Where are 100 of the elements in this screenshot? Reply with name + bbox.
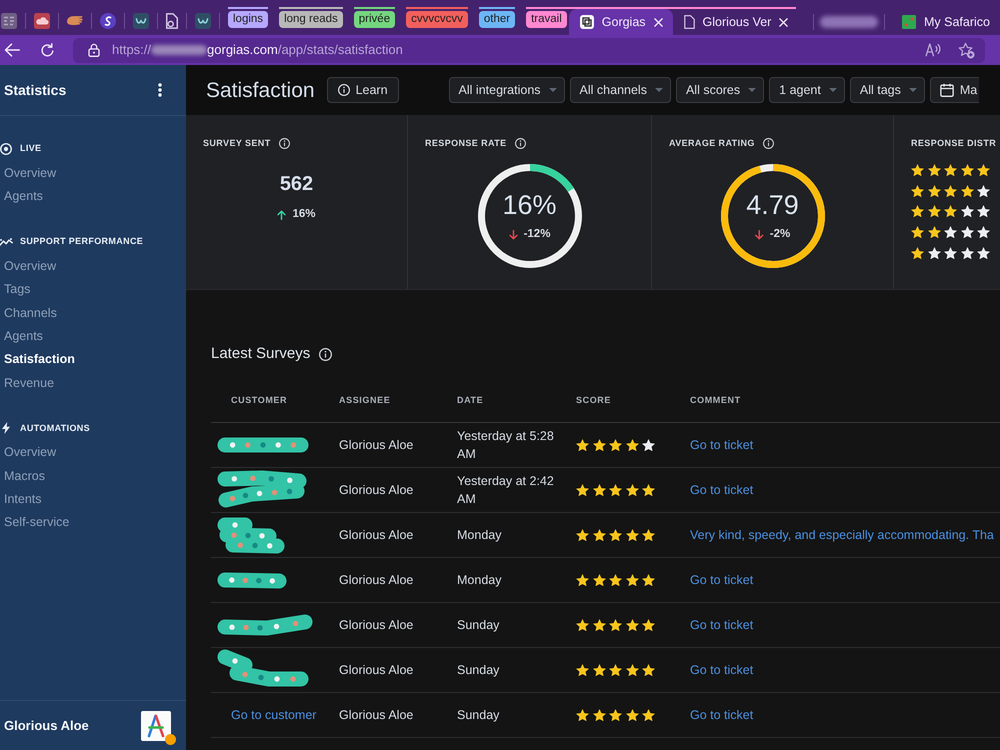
sidebar-item[interactable]: Self-service xyxy=(0,511,70,535)
browser-tab[interactable]: Glorious Ver xyxy=(672,9,798,35)
customer-link[interactable]: Go to customer xyxy=(231,708,316,722)
star-icon xyxy=(977,184,990,197)
star-icon xyxy=(626,574,638,586)
sidebar-item[interactable]: Overview xyxy=(0,254,56,278)
comment-link[interactable]: Very kind, speedy, and especially accommodating. Tha xyxy=(690,528,994,542)
star-icon xyxy=(576,528,589,542)
star-icon xyxy=(609,618,622,632)
date-picker[interactable]: Ma xyxy=(930,77,980,103)
star-icon xyxy=(928,184,940,197)
logo-icon[interactable] xyxy=(141,710,171,740)
star-icon xyxy=(609,438,622,452)
tab-group-chip[interactable]: cvvvcvcvv xyxy=(406,11,468,28)
sidebar-item[interactable]: Agents xyxy=(0,325,43,348)
comment-link[interactable]: Go to ticket xyxy=(690,438,754,452)
filter-dropdown[interactable]: All channels xyxy=(570,77,671,103)
hand-icon[interactable] xyxy=(67,16,83,26)
read-aloud-icon[interactable] xyxy=(925,43,941,57)
star-icon xyxy=(609,664,622,676)
card-title: AVERAGE RATING xyxy=(669,137,755,149)
star-icon xyxy=(960,184,974,197)
sidebar-item[interactable]: Agents xyxy=(0,185,43,209)
date-cell-text: Monday xyxy=(457,527,502,544)
document-icon[interactable] xyxy=(166,13,178,29)
column-header: ASSIGNEE xyxy=(339,394,390,408)
comment-link[interactable]: Go to ticket xyxy=(690,573,754,587)
tab-group-chip[interactable]: long reads xyxy=(279,11,343,28)
close-icon[interactable] xyxy=(654,18,663,26)
star-icon xyxy=(944,205,957,218)
star-icon xyxy=(944,226,957,238)
star-icon xyxy=(592,664,606,676)
close-icon[interactable] xyxy=(779,18,788,26)
stat-value: 4.79 xyxy=(746,190,799,220)
stat-change: 16% xyxy=(292,207,316,222)
comment-link[interactable]: Go to ticket xyxy=(690,708,754,722)
sidebar-item[interactable]: Overview xyxy=(0,162,56,186)
section-title: Latest Surveys xyxy=(211,344,310,364)
sidebar-item[interactable]: Overview xyxy=(0,441,56,465)
browser-tab[interactable]: My Safarico xyxy=(890,9,1000,35)
reload-icon[interactable] xyxy=(40,42,55,58)
sidebar-item[interactable]: Tags xyxy=(0,278,30,302)
page-title: Satisfaction xyxy=(206,80,315,100)
star-icon xyxy=(960,164,974,176)
tab-group-chip[interactable]: other xyxy=(478,11,516,28)
star-icon xyxy=(609,528,622,542)
tile-logo-icon[interactable] xyxy=(195,13,211,29)
sidebar-item[interactable]: Revenue xyxy=(0,372,54,396)
circle-logo-icon[interactable] xyxy=(100,13,116,29)
info-icon xyxy=(338,84,350,96)
star-icon xyxy=(928,205,940,218)
star-icon xyxy=(642,484,655,496)
star-icon xyxy=(911,246,924,259)
card-title: SURVEY SENT xyxy=(203,137,271,149)
cloud-icon[interactable] xyxy=(34,13,50,29)
star-icon xyxy=(928,226,940,238)
tab-group-chip[interactable]: travail xyxy=(526,11,567,28)
comment-link[interactable]: Go to ticket xyxy=(690,618,754,632)
star-icon xyxy=(642,528,655,542)
star-icon xyxy=(977,164,990,176)
star-icon xyxy=(592,484,606,496)
date-cell-text: Yesterday at 5:28 AM xyxy=(457,428,555,463)
browser-tab[interactable]: Gorgias xyxy=(568,9,673,35)
sidebar-item[interactable]: Macros xyxy=(0,464,45,488)
more-menu-icon[interactable] xyxy=(158,83,162,97)
sidebar-item[interactable]: Intents xyxy=(0,488,42,512)
tab-group-chip[interactable]: logins xyxy=(228,11,268,28)
filter-dropdown[interactable]: All scores xyxy=(676,77,764,103)
filter-dropdown[interactable]: All tags xyxy=(850,77,925,103)
chart-line-icon xyxy=(0,236,13,247)
tile-logo-icon[interactable] xyxy=(133,13,149,29)
comment-link[interactable]: Go to ticket xyxy=(690,483,754,497)
favorite-star-icon[interactable] xyxy=(958,42,975,58)
star-icon xyxy=(626,438,638,452)
assignee-cell-text: Glorious Aloe xyxy=(339,527,414,544)
section-heading: AUTOMATIONS xyxy=(20,422,90,434)
star-icon xyxy=(642,664,655,676)
filter-dropdown[interactable]: 1 agent xyxy=(769,77,845,103)
blur-smudge-icon xyxy=(151,45,208,55)
star-icon xyxy=(911,205,924,218)
back-icon[interactable] xyxy=(4,43,20,57)
document-icon xyxy=(684,15,695,29)
star-icon xyxy=(928,246,940,259)
address-field[interactable]: https:// gorgias.com/app/stats/satisfaction xyxy=(73,38,985,62)
star-icon xyxy=(960,205,974,218)
square-logo-icon xyxy=(580,15,594,29)
logo-icon[interactable] xyxy=(1,13,17,29)
star-icon xyxy=(576,708,589,722)
assignee-cell-text: Glorious Aloe xyxy=(339,437,414,454)
tile-logo-icon xyxy=(902,15,916,29)
comment-link[interactable]: Go to ticket xyxy=(690,663,754,677)
sidebar-item[interactable]: Channels xyxy=(0,302,57,326)
star-icon xyxy=(960,226,974,238)
assignee-cell-text: Glorious Aloe xyxy=(339,482,414,499)
sidebar-item[interactable]: Satisfaction xyxy=(0,348,75,372)
tab-group-chip[interactable]: privée xyxy=(354,11,396,28)
learn-button[interactable]: Learn xyxy=(326,77,399,103)
lock-icon[interactable] xyxy=(88,43,100,57)
filter-dropdown[interactable]: All integrations xyxy=(448,77,565,103)
star-icon xyxy=(576,484,589,496)
